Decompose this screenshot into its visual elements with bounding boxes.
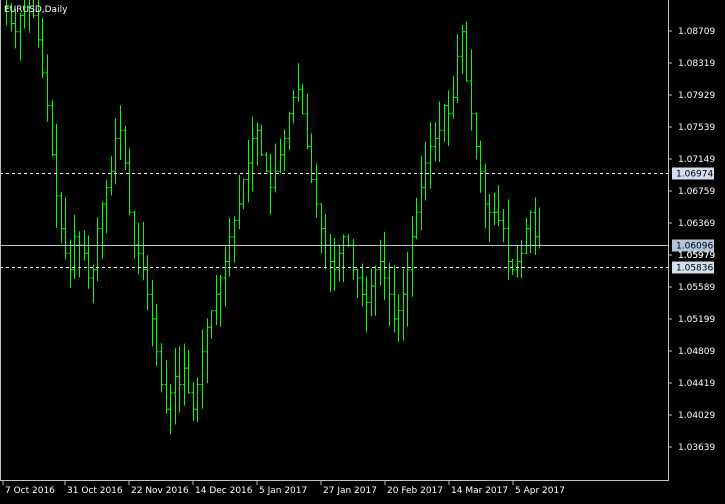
price-tick-label: 1.07929 xyxy=(678,91,715,101)
time-tick-label: 31 Oct 2016 xyxy=(67,486,123,496)
chart-window[interactable]: 1.05979 1.06974 1.05836 1.06096 1.08709 1.08… xyxy=(0,0,725,500)
price-tick-label: 1.04419 xyxy=(678,379,715,389)
price-tick-label: 1.05199 xyxy=(678,315,715,325)
price-tick-label: 1.04029 xyxy=(678,411,715,421)
current-price-label: 1.06096 xyxy=(676,242,713,252)
price-tick-label: 1.07539 xyxy=(678,123,715,133)
upper-level-label: 1.06974 xyxy=(676,170,713,180)
price-tick-label: 1.06759 xyxy=(678,187,715,197)
price-tick-label: 1.05979 xyxy=(678,251,715,261)
price-tick-label: 1.08319 xyxy=(678,59,715,69)
time-tick-label: 14 Mar 2017 xyxy=(451,486,508,496)
price-tick-label: 1.04809 xyxy=(678,347,715,357)
time-tick-label: 7 Oct 2016 xyxy=(5,486,55,496)
price-tick-label: 1.03639 xyxy=(678,443,715,453)
time-tick-label: 14 Dec 2016 xyxy=(195,486,253,496)
time-tick-label: 5 Apr 2017 xyxy=(515,486,565,496)
lower-level-label: 1.05836 xyxy=(676,264,713,274)
time-tick-label: 27 Jan 2017 xyxy=(323,486,377,496)
chart-background xyxy=(0,0,725,500)
price-chart[interactable]: 1.05979 1.06974 1.05836 1.06096 1.08709 1.08… xyxy=(0,0,725,500)
symbol-label: EURUSD,Daily xyxy=(4,5,68,15)
price-tick-label: 1.08709 xyxy=(678,27,715,37)
price-tick-label: 1.05589 xyxy=(678,283,715,293)
price-tick-label: 1.07149 xyxy=(678,155,715,165)
time-tick-label: 22 Nov 2016 xyxy=(131,486,189,496)
time-tick-label: 20 Feb 2017 xyxy=(387,486,443,496)
time-tick-label: 5 Jan 2017 xyxy=(259,486,307,496)
price-tick-label: 1.06369 xyxy=(678,219,715,229)
